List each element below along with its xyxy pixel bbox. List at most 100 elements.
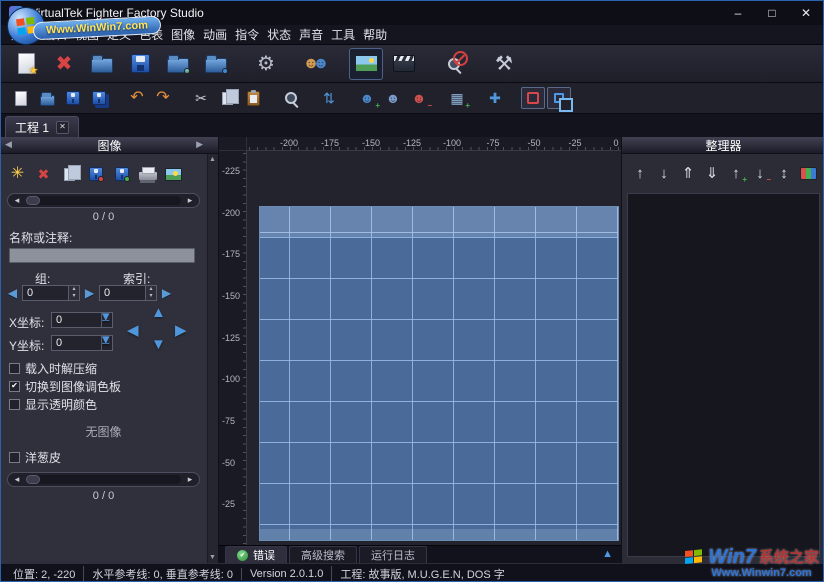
print-sprite-button[interactable]: [136, 163, 159, 185]
animations-mode-button[interactable]: [387, 48, 421, 80]
move-up-button[interactable]: [630, 163, 650, 183]
scroll-up-icon[interactable]: [209, 156, 216, 163]
open-project-button[interactable]: [85, 48, 119, 80]
spin-down-icon[interactable]: [146, 293, 156, 300]
name-input[interactable]: [9, 248, 195, 263]
overlay-next-button[interactable]: [547, 87, 571, 109]
sort-button[interactable]: [774, 163, 794, 183]
slider-right-button[interactable]: [183, 196, 197, 205]
shift-down-button[interactable]: −: [750, 163, 770, 183]
new-project-button[interactable]: [9, 48, 43, 80]
sprite-slider[interactable]: [7, 193, 200, 208]
spin-up-icon[interactable]: [69, 286, 79, 293]
sprite-canvas[interactable]: [259, 206, 619, 541]
prev-group-button[interactable]: [6, 287, 19, 299]
tools-button[interactable]: [487, 48, 521, 80]
spinner-arrows[interactable]: [101, 336, 112, 350]
checkbox-box[interactable]: [9, 452, 20, 463]
panel-prev-icon[interactable]: [5, 140, 12, 149]
shift-up-button[interactable]: +: [726, 163, 746, 183]
menu-palettes[interactable]: 色表: [135, 25, 167, 45]
panel-scrollbar[interactable]: [207, 154, 218, 563]
paste-button[interactable]: [241, 87, 265, 109]
save-project-button[interactable]: [123, 48, 157, 80]
open-files-button[interactable]: [161, 48, 195, 80]
slider-track[interactable]: [26, 475, 181, 484]
menu-edit[interactable]: 编辑: [39, 25, 71, 45]
next-group-button[interactable]: [83, 287, 96, 299]
menu-commands[interactable]: 指令: [231, 25, 263, 45]
menu-help[interactable]: 帮助: [359, 25, 391, 45]
nudge-left-button[interactable]: [127, 323, 139, 338]
delete-sprite-button[interactable]: −: [407, 87, 431, 109]
group-spinner[interactable]: 0: [22, 285, 80, 301]
sort-sprites-button[interactable]: [317, 87, 341, 109]
nudge-right-button[interactable]: [175, 323, 187, 338]
checkbox-decompress[interactable]: 载入时解压缩: [9, 361, 218, 375]
cut-button[interactable]: [189, 87, 213, 109]
move-to-bottom-button[interactable]: [702, 163, 722, 183]
spinner-arrows[interactable]: [101, 313, 112, 327]
overlay-previous-button[interactable]: [521, 87, 545, 109]
close-button[interactable]: ✕: [789, 1, 823, 25]
spin-down-icon[interactable]: [102, 313, 110, 320]
onion-slider[interactable]: [7, 472, 200, 487]
undo-button[interactable]: [125, 87, 149, 109]
add-sprite-button[interactable]: +: [355, 87, 379, 109]
move-down-button[interactable]: [654, 163, 674, 183]
spinner-arrows[interactable]: [68, 286, 79, 300]
menu-file[interactable]: 文件: [7, 25, 39, 45]
menu-tools[interactable]: 工具: [327, 25, 359, 45]
slider-thumb[interactable]: [26, 475, 40, 484]
menu-sprites[interactable]: 图像: [167, 25, 199, 45]
save-all-button[interactable]: [87, 87, 111, 109]
tab-advanced-search[interactable]: 高级搜索: [289, 546, 357, 563]
slider-left-button[interactable]: [10, 475, 24, 484]
search-button[interactable]: [437, 48, 471, 80]
copy-button[interactable]: [215, 87, 239, 109]
panel-next-icon[interactable]: [196, 140, 203, 149]
maximize-button[interactable]: □: [755, 1, 789, 25]
tab-errors[interactable]: 错误: [225, 546, 287, 563]
project-tab[interactable]: 工程 1: [5, 116, 79, 137]
save-sprite-button[interactable]: [84, 163, 107, 185]
slider-right-button[interactable]: [183, 475, 197, 484]
new-file-button[interactable]: [9, 87, 33, 109]
nudge-down-button[interactable]: [151, 337, 166, 352]
checkbox-onion[interactable]: 洋葱皮: [9, 450, 218, 464]
move-to-top-button[interactable]: [678, 163, 698, 183]
close-project-button[interactable]: [47, 48, 81, 80]
x-spinner[interactable]: 0: [51, 312, 113, 328]
menu-view[interactable]: 视图: [71, 25, 103, 45]
organizer-list[interactable]: [627, 193, 820, 557]
spin-up-icon[interactable]: [146, 286, 156, 293]
organize-palette-button[interactable]: [798, 163, 818, 183]
menu-animations[interactable]: 动画: [199, 25, 231, 45]
scroll-down-icon[interactable]: [209, 554, 216, 561]
y-spinner[interactable]: 0: [51, 335, 113, 351]
nudge-up-button[interactable]: [151, 305, 166, 320]
spin-down-icon[interactable]: [69, 293, 79, 300]
menu-sounds[interactable]: 声音: [295, 25, 327, 45]
add-group-button[interactable]: +: [445, 87, 469, 109]
menu-definitions[interactable]: 定义: [103, 25, 135, 45]
slider-track[interactable]: [26, 196, 181, 205]
tab-run-log[interactable]: 运行日志: [359, 546, 427, 563]
zoom-button[interactable]: [279, 87, 303, 109]
next-index-button[interactable]: [160, 287, 173, 299]
export-image-button[interactable]: [162, 163, 185, 185]
duplicate-sprite-button[interactable]: [58, 163, 81, 185]
checkbox-palette[interactable]: 切换到图像调色板: [9, 379, 218, 393]
save-file-button[interactable]: [61, 87, 85, 109]
crosshair-button[interactable]: [483, 87, 507, 109]
slider-left-button[interactable]: [10, 196, 24, 205]
save-files-button[interactable]: [199, 48, 233, 80]
scroll-up-icon[interactable]: [602, 549, 613, 560]
save-sprite-as-button[interactable]: [110, 163, 133, 185]
settings-button[interactable]: [249, 48, 283, 80]
menu-states[interactable]: 状态: [263, 25, 295, 45]
index-spinner[interactable]: 0: [99, 285, 157, 301]
open-file-button[interactable]: [35, 87, 59, 109]
replace-sprite-button[interactable]: [381, 87, 405, 109]
checkbox-box[interactable]: [9, 399, 20, 410]
